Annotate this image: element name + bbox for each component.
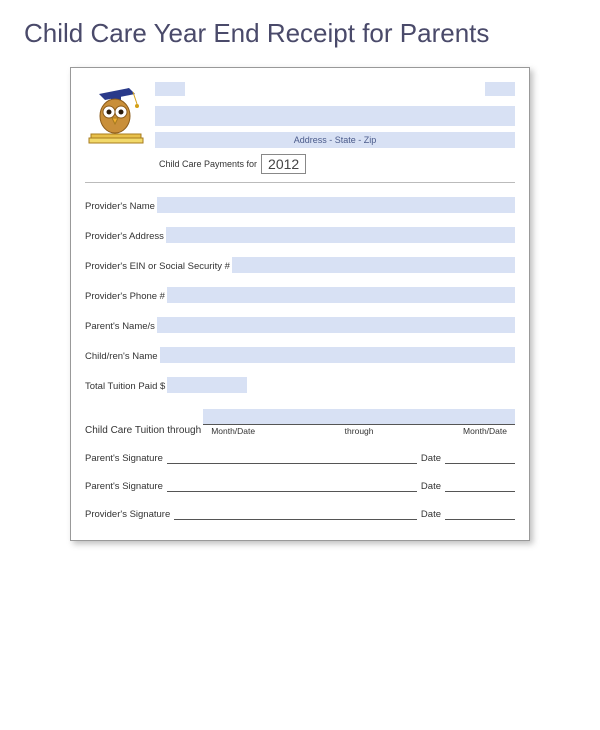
provider-ein-input[interactable] <box>232 257 515 273</box>
parents-names-label: Parent's Name/s <box>85 321 155 333</box>
parent-signature-line-2[interactable] <box>167 480 417 492</box>
date-line-2[interactable] <box>445 480 515 492</box>
date-label-1: Date <box>421 453 441 464</box>
form-header: Address - State - Zip Child Care Payment… <box>85 82 515 174</box>
date-label-3: Date <box>421 509 441 520</box>
receipt-form: Address - State - Zip Child Care Payment… <box>70 67 530 541</box>
payments-label: Child Care Payments for <box>159 159 257 169</box>
parent-signature-label-1: Parent's Signature <box>85 453 163 464</box>
provider-phone-label: Provider's Phone # <box>85 291 165 303</box>
childrens-name-label: Child/ren's Name <box>85 351 158 363</box>
accent-left <box>155 82 185 96</box>
parent-signature-row-2: Parent's Signature Date <box>85 480 515 492</box>
provider-signature-row: Provider's Signature Date <box>85 508 515 520</box>
childrens-name-row: Child/ren's Name <box>85 349 515 363</box>
owl-graduate-icon <box>85 82 149 150</box>
page-title: Child Care Year End Receipt for Parents <box>24 18 576 49</box>
provider-name-input[interactable] <box>157 197 515 213</box>
year-input[interactable]: 2012 <box>261 154 306 174</box>
address-input[interactable]: Address - State - Zip <box>155 132 515 148</box>
total-tuition-input[interactable] <box>167 377 247 393</box>
provider-name-label: Provider's Name <box>85 201 155 213</box>
provider-phone-input[interactable] <box>167 287 515 303</box>
provider-signature-label: Provider's Signature <box>85 509 170 520</box>
parent-signature-label-2: Parent's Signature <box>85 481 163 492</box>
provider-name-row: Provider's Name <box>85 199 515 213</box>
total-tuition-label: Total Tuition Paid $ <box>85 381 165 393</box>
tuition-through-row: Child Care Tuition through Month/Date th… <box>85 409 515 436</box>
provider-signature-line[interactable] <box>174 508 417 520</box>
divider <box>85 182 515 183</box>
accent-right <box>485 82 515 96</box>
date-label-2: Date <box>421 481 441 492</box>
through-label: through <box>345 426 374 436</box>
childrens-name-input[interactable] <box>160 347 515 363</box>
provider-address-label: Provider's Address <box>85 231 164 243</box>
tuition-range-input[interactable] <box>203 409 515 425</box>
provider-address-input[interactable] <box>166 227 515 243</box>
provider-ein-row: Provider's EIN or Social Security # <box>85 259 515 273</box>
date-line-3[interactable] <box>445 508 515 520</box>
tuition-through-label: Child Care Tuition through <box>85 425 201 436</box>
month-date-start-label: Month/Date <box>211 426 255 436</box>
parent-signature-row-1: Parent's Signature Date <box>85 452 515 464</box>
parents-names-input[interactable] <box>157 317 515 333</box>
provider-phone-row: Provider's Phone # <box>85 289 515 303</box>
date-line-1[interactable] <box>445 452 515 464</box>
parent-signature-line-1[interactable] <box>167 452 417 464</box>
parents-names-row: Parent's Name/s <box>85 319 515 333</box>
name-input[interactable] <box>155 106 515 126</box>
provider-address-row: Provider's Address <box>85 229 515 243</box>
total-tuition-row: Total Tuition Paid $ <box>85 379 515 393</box>
month-date-end-label: Month/Date <box>463 426 507 436</box>
provider-ein-label: Provider's EIN or Social Security # <box>85 261 230 273</box>
